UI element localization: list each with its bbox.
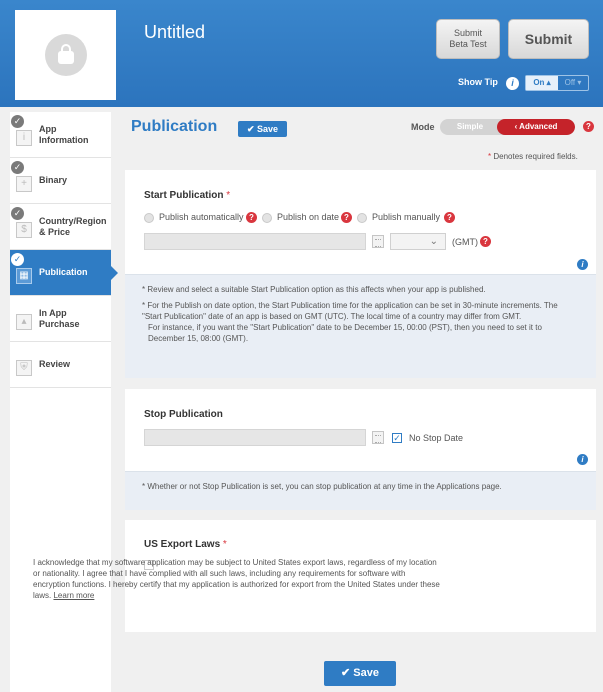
radio-publish-automatically[interactable] bbox=[144, 213, 154, 223]
sidebar-item-country-region-price[interactable]: ✓ $ Country/Region & Price bbox=[10, 204, 111, 250]
sidebar-item-label: Review bbox=[39, 359, 71, 369]
shopping-bag-icon bbox=[44, 34, 87, 76]
start-publication-title: Start Publication * bbox=[144, 190, 230, 201]
sidebar-item-binary[interactable]: ✓ + Binary bbox=[10, 158, 111, 204]
mode-advanced[interactable]: ‹ Advanced bbox=[497, 119, 575, 135]
check-icon: ✓ bbox=[11, 253, 24, 266]
app-icon-placeholder[interactable] bbox=[15, 10, 116, 100]
mode-switch[interactable]: Simple ‹ Advanced bbox=[440, 119, 575, 135]
required-star: * bbox=[488, 152, 492, 161]
note-text: Whether or not Stop Publication is set, … bbox=[147, 482, 502, 491]
info-icon[interactable]: i bbox=[506, 77, 519, 90]
note-publish-on-date: * For the Publish on date option, the St… bbox=[142, 301, 558, 321]
dollar-icon: $ bbox=[16, 222, 32, 238]
shield-icon: ⛨ bbox=[16, 360, 32, 376]
sidebar-item-label: Publication bbox=[39, 267, 88, 277]
stop-publication-card: Stop Publication ✓ No Stop Date i * Whet… bbox=[125, 389, 596, 510]
no-stop-date-checkbox[interactable]: ✓ bbox=[392, 433, 402, 443]
show-tip-toggle[interactable]: On ▴ Off ▾ bbox=[525, 75, 589, 91]
save-button-bottom[interactable]: ✔ Save bbox=[324, 661, 396, 686]
publish-on-date-label: Publish on date bbox=[277, 212, 340, 222]
toggle-on[interactable]: On ▴ bbox=[526, 76, 558, 90]
note-instance: For instance, if you want the "Start Pub… bbox=[142, 322, 579, 344]
chart-icon: ▴ bbox=[16, 314, 32, 330]
note-text: For instance, if you want the "Start Pub… bbox=[148, 323, 542, 343]
sidebar-item-label: App Information bbox=[39, 123, 89, 145]
start-date-input[interactable] bbox=[144, 233, 366, 250]
info-icon: i bbox=[16, 130, 32, 146]
info-icon[interactable]: i bbox=[577, 454, 588, 465]
export-laws-title: US Export Laws * bbox=[144, 539, 227, 550]
mode-label: Mode bbox=[411, 122, 435, 132]
info-icon[interactable]: i bbox=[577, 259, 588, 270]
mode-simple[interactable]: Simple bbox=[440, 119, 500, 135]
submit-beta-test-button[interactable]: Submit Beta Test bbox=[436, 19, 500, 59]
sidebar-item-label: Country/Region & Price bbox=[39, 215, 107, 237]
binary-icon: + bbox=[16, 176, 32, 192]
chevron-down-icon: ⌄ bbox=[429, 236, 438, 247]
sidebar-item-in-app-purchase[interactable]: ▴ In App Purchase bbox=[10, 296, 111, 342]
required-star: * bbox=[222, 539, 227, 550]
stop-publication-title: Stop Publication bbox=[144, 409, 223, 420]
radio-publish-on-date[interactable] bbox=[262, 213, 272, 223]
check-icon: ✓ bbox=[11, 207, 24, 220]
section-title-text: Start Publication bbox=[144, 190, 224, 201]
timezone-label: (GMT) bbox=[452, 237, 478, 247]
required-star: * bbox=[226, 190, 231, 201]
publish-automatically-label: Publish automatically bbox=[159, 212, 244, 222]
sidebar: ✓ i App Information ✓ + Binary ✓ $ Count… bbox=[10, 112, 118, 692]
stop-publication-note: * Whether or not Stop Publication is set… bbox=[125, 471, 596, 510]
help-icon[interactable]: ? bbox=[583, 121, 594, 132]
toggle-off[interactable]: Off ▾ bbox=[558, 76, 588, 90]
submit-button[interactable]: Submit bbox=[508, 19, 589, 59]
app-title: Untitled bbox=[144, 22, 206, 42]
sidebar-item-app-information[interactable]: ✓ i App Information bbox=[10, 112, 111, 158]
required-note-text: Denotes required fields. bbox=[493, 152, 578, 161]
help-icon[interactable]: ? bbox=[341, 212, 352, 223]
save-button-top[interactable]: ✔ Save bbox=[238, 121, 287, 137]
sidebar-item-review[interactable]: ⛨ Review bbox=[10, 342, 111, 388]
radio-publish-manually[interactable] bbox=[357, 213, 367, 223]
note-text: Review and select a suitable Start Publi… bbox=[147, 285, 486, 294]
sidebar-item-publication[interactable]: ✓ ▦ Publication bbox=[10, 250, 118, 296]
app-header: Untitled Submit Beta Test Submit Show Ti… bbox=[0, 0, 603, 107]
calendar-icon[interactable] bbox=[372, 431, 384, 444]
export-laws-text: I acknowledge that my software applicati… bbox=[33, 557, 443, 601]
start-time-select[interactable]: ⌄ bbox=[390, 233, 446, 250]
check-icon: ✓ bbox=[11, 115, 24, 128]
note-review: * Review and select a suitable Start Pub… bbox=[142, 285, 486, 294]
help-icon[interactable]: ? bbox=[246, 212, 257, 223]
show-tip-label: Show Tip bbox=[458, 77, 498, 87]
help-icon[interactable]: ? bbox=[480, 236, 491, 247]
note-text: For the Publish on date option, the Star… bbox=[142, 301, 558, 321]
start-publication-notes: * Review and select a suitable Start Pub… bbox=[125, 274, 596, 378]
check-icon: ✓ bbox=[11, 161, 24, 174]
learn-more-link[interactable]: Learn more bbox=[53, 591, 94, 600]
publish-manually-label: Publish manually bbox=[372, 212, 441, 222]
required-note: * Denotes required fields. bbox=[488, 152, 578, 161]
no-stop-date-label: No Stop Date bbox=[409, 433, 464, 443]
calendar-icon[interactable] bbox=[372, 235, 384, 248]
sidebar-item-label: Binary bbox=[39, 175, 68, 185]
start-publication-card: Start Publication * Publish automaticall… bbox=[125, 170, 596, 378]
help-icon[interactable]: ? bbox=[444, 212, 455, 223]
stop-date-input[interactable] bbox=[144, 429, 366, 446]
note-stop: * Whether or not Stop Publication is set… bbox=[142, 482, 502, 491]
sidebar-item-label: In App Purchase bbox=[39, 307, 80, 329]
section-title-text: US Export Laws bbox=[144, 539, 221, 550]
page-title: Publication bbox=[131, 118, 218, 135]
calendar-icon: ▦ bbox=[16, 268, 32, 284]
